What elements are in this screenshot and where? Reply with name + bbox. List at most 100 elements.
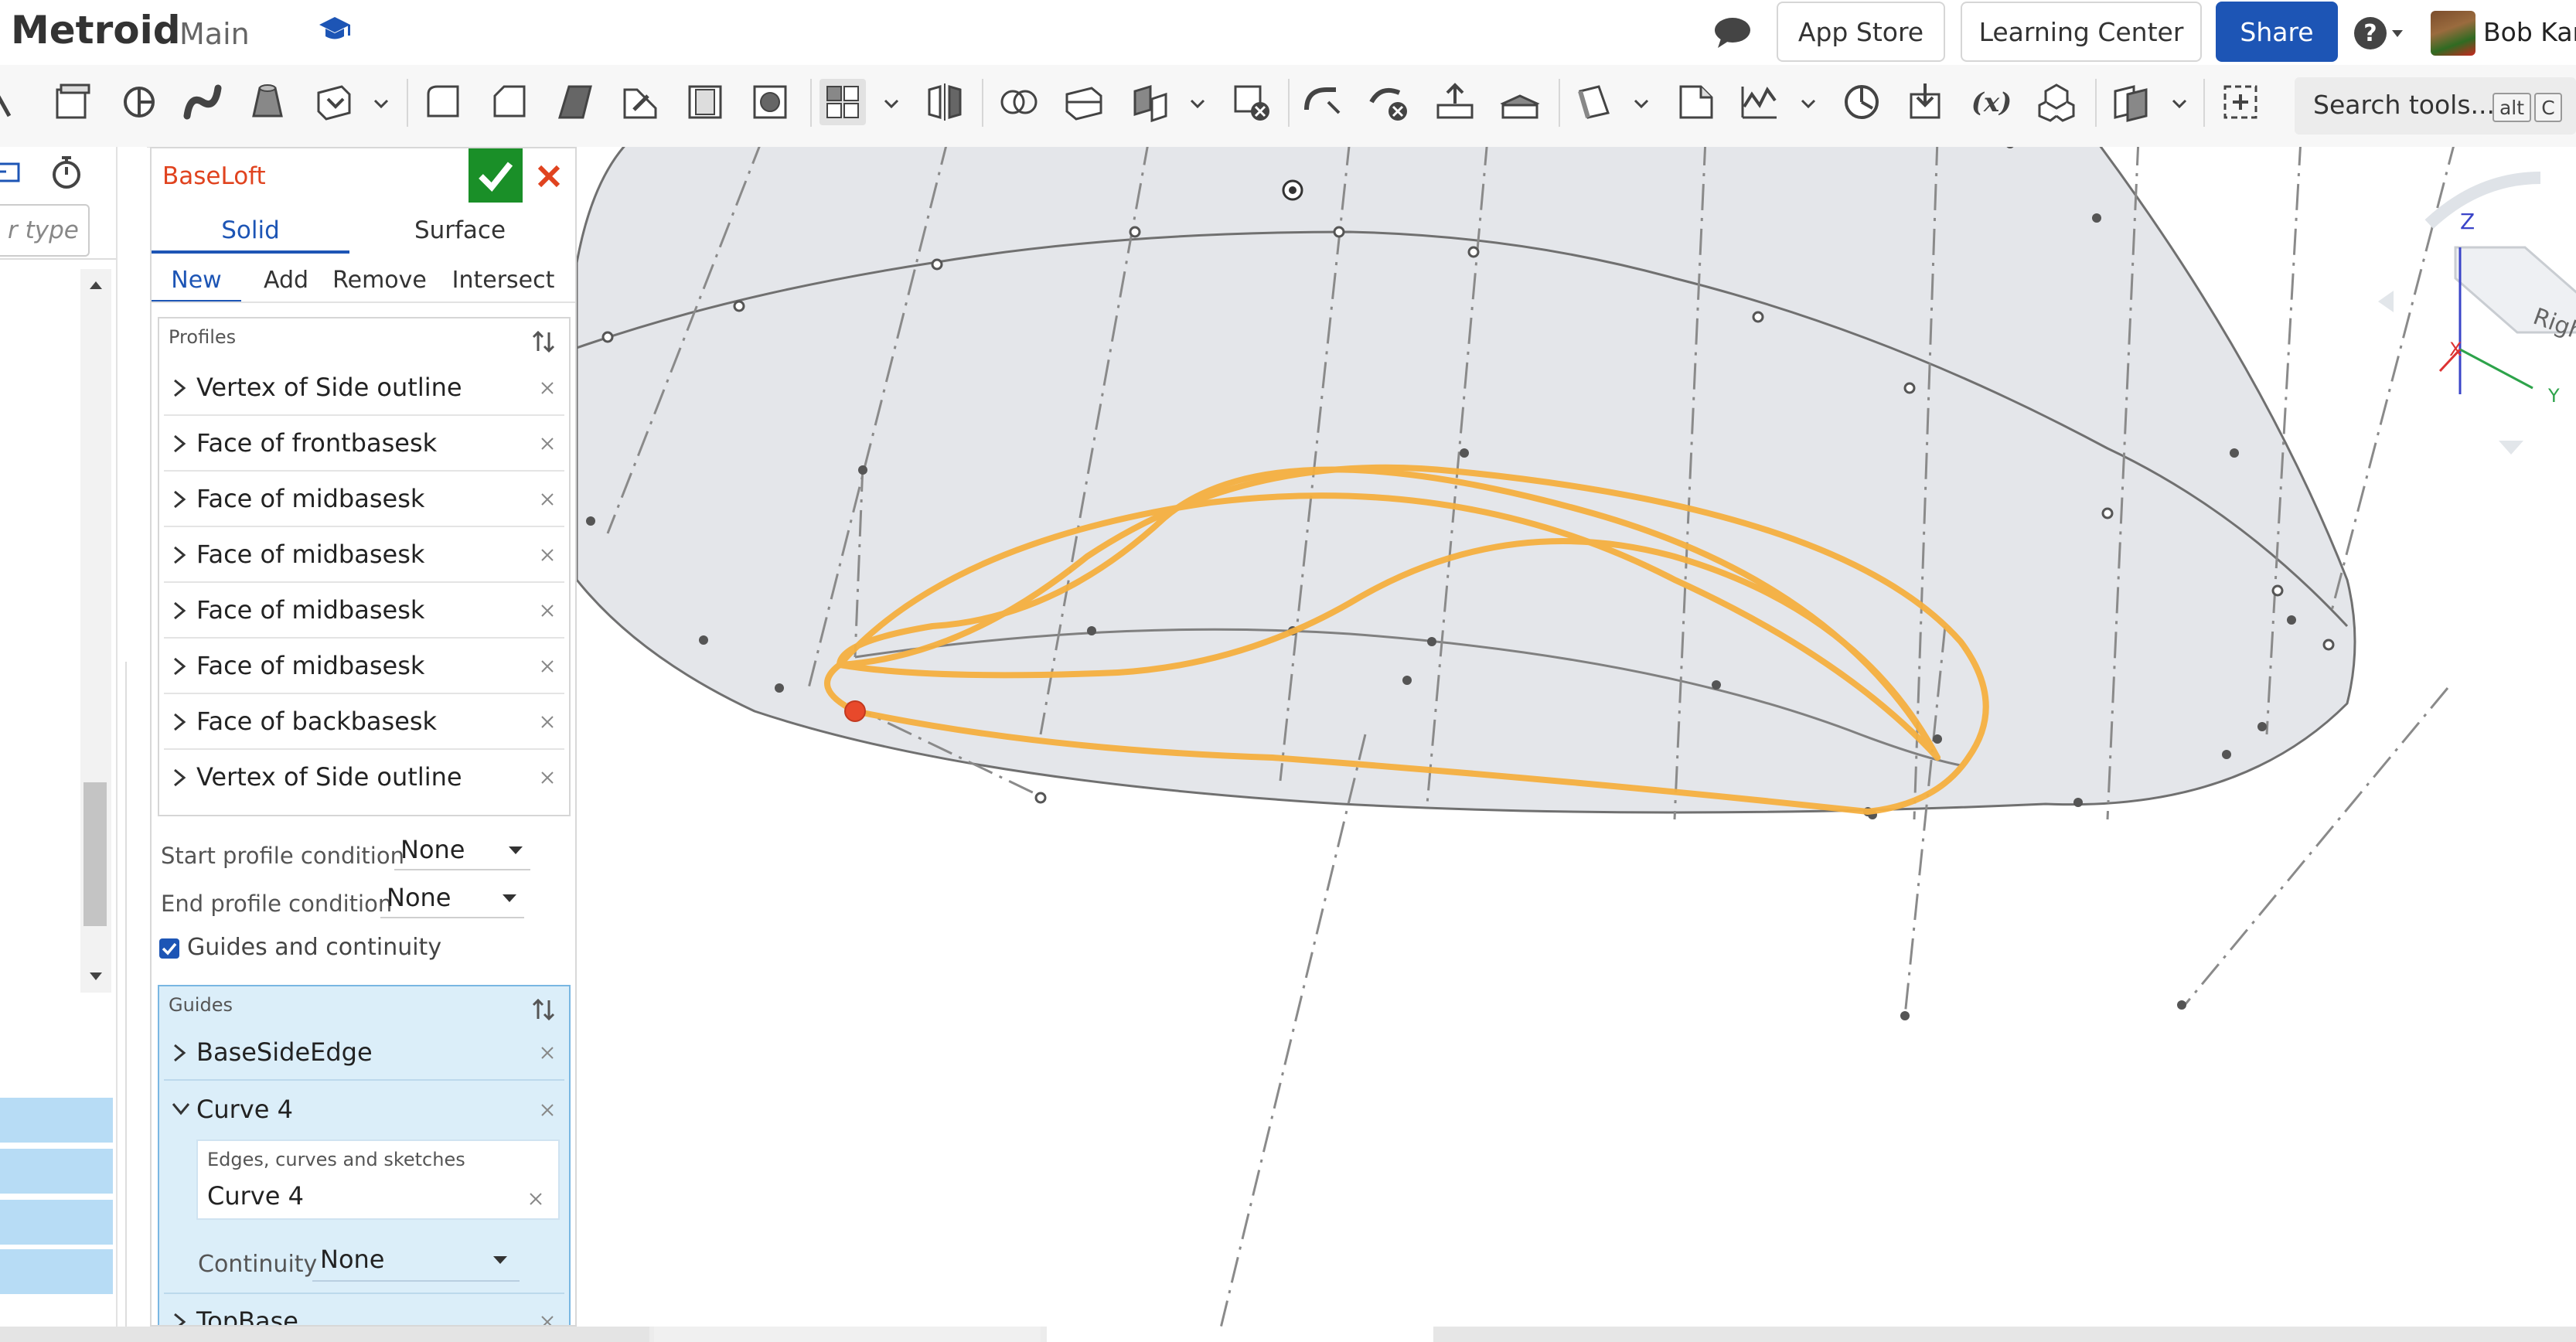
- chevron-down-icon[interactable]: [1187, 96, 1208, 111]
- profiles-list[interactable]: Profiles Vertex of Side outline Face of …: [158, 317, 571, 816]
- guide-row[interactable]: BaseSideEdge: [164, 1025, 564, 1081]
- guides-checkbox-label[interactable]: Guides and continuity: [187, 934, 441, 961]
- guides-list[interactable]: Guides BaseSideEdge Curve 4 Edges, curve…: [158, 985, 571, 1327]
- tree-filter-icon[interactable]: [0, 158, 23, 186]
- chevron-right-icon[interactable]: [170, 1042, 189, 1064]
- remove-icon[interactable]: [538, 1101, 557, 1119]
- graphics-viewport[interactable]: Right Z X Y: [577, 147, 2576, 1327]
- profile-row[interactable]: Face of midbasesk: [164, 639, 564, 694]
- help-icon[interactable]: ?: [2353, 15, 2407, 51]
- loft-icon[interactable]: [244, 79, 291, 125]
- workspace-name[interactable]: Main: [179, 17, 250, 51]
- extrude-icon[interactable]: [48, 79, 94, 125]
- remove-icon[interactable]: [538, 490, 557, 509]
- plane-icon[interactable]: [1571, 79, 1617, 125]
- profile-row[interactable]: Vertex of Side outline: [164, 360, 564, 416]
- remove-icon[interactable]: [538, 1044, 557, 1062]
- operation-remove[interactable]: Remove: [328, 261, 431, 300]
- mirror-icon[interactable]: [922, 79, 968, 125]
- scroll-down-icon[interactable]: [80, 965, 111, 988]
- chevron-down-icon[interactable]: [881, 96, 901, 111]
- tab-strip-segment[interactable]: [1433, 1327, 2576, 1342]
- part-studio-features-icon[interactable]: [2033, 79, 2080, 125]
- chevron-right-icon[interactable]: [170, 711, 189, 733]
- rib-icon[interactable]: [617, 79, 663, 125]
- search-tools-input[interactable]: Search tools... alt C: [2295, 77, 2576, 135]
- profile-row[interactable]: Face of midbasesk: [164, 472, 564, 527]
- end-condition-select[interactable]: None: [380, 880, 524, 918]
- measure-icon[interactable]: [1838, 79, 1885, 125]
- custom-feature-icon[interactable]: [2107, 79, 2154, 125]
- operation-new[interactable]: New: [152, 261, 241, 303]
- feature-title[interactable]: BaseLoft: [162, 162, 266, 190]
- revolve-icon[interactable]: [116, 79, 162, 125]
- graduation-cap-icon[interactable]: [317, 14, 353, 45]
- chevron-down-icon[interactable]: [170, 1099, 192, 1118]
- sweep-icon[interactable]: [179, 79, 226, 125]
- operation-intersect[interactable]: Intersect: [438, 261, 569, 300]
- tree-row-selected[interactable]: [0, 1200, 113, 1245]
- feature-search-input[interactable]: r type: [0, 204, 90, 257]
- cancel-button[interactable]: [527, 155, 571, 198]
- pattern-icon[interactable]: [819, 79, 866, 125]
- delete-face-icon[interactable]: [1365, 79, 1412, 125]
- remove-icon[interactable]: [527, 1190, 544, 1207]
- tab-solid[interactable]: Solid: [152, 210, 349, 254]
- chamfer-icon[interactable]: [487, 79, 533, 125]
- remove-icon[interactable]: [538, 546, 557, 564]
- sort-order-icon[interactable]: [530, 328, 558, 356]
- add-custom-tool-icon[interactable]: [2217, 79, 2264, 125]
- remove-icon[interactable]: [538, 713, 557, 731]
- thicken-icon[interactable]: [311, 79, 357, 125]
- fillet-icon[interactable]: [421, 79, 467, 125]
- split-icon[interactable]: [1061, 79, 1107, 125]
- tree-row-selected[interactable]: [0, 1149, 113, 1194]
- tab-strip-segment[interactable]: [1047, 1327, 1433, 1342]
- accept-button[interactable]: [469, 148, 523, 203]
- operation-add[interactable]: Add: [247, 261, 325, 300]
- remove-icon[interactable]: [538, 1313, 557, 1327]
- variable-icon[interactable]: (x): [1968, 79, 2015, 125]
- learning-center-button[interactable]: Learning Center: [1961, 2, 2202, 62]
- sketch-tool-icon[interactable]: [0, 79, 17, 125]
- profile-row[interactable]: Vertex of Side outline: [164, 750, 564, 806]
- chevron-right-icon[interactable]: [170, 656, 189, 677]
- scrollbar-thumb[interactable]: [83, 782, 107, 926]
- chevron-right-icon[interactable]: [170, 489, 189, 510]
- user-avatar[interactable]: [2431, 11, 2475, 56]
- remove-icon[interactable]: [538, 379, 557, 397]
- sort-order-icon[interactable]: [530, 996, 558, 1024]
- modify-fillet-icon[interactable]: [1299, 79, 1345, 125]
- guides-checkbox[interactable]: [159, 938, 179, 959]
- comments-icon[interactable]: [1712, 14, 1753, 51]
- tab-strip-segment[interactable]: [654, 1327, 1041, 1342]
- start-condition-select[interactable]: None: [394, 832, 530, 870]
- guide-edges-selection[interactable]: Edges, curves and sketches Curve 4: [196, 1139, 560, 1220]
- tab-surface[interactable]: Surface: [356, 210, 564, 250]
- chevron-down-icon[interactable]: [1631, 96, 1651, 111]
- profile-row[interactable]: Face of midbasesk: [164, 583, 564, 639]
- mate-connector-icon[interactable]: [1673, 79, 1719, 125]
- hole-icon[interactable]: [747, 79, 793, 125]
- profile-row[interactable]: Face of frontbasesk: [164, 416, 564, 472]
- remove-icon[interactable]: [538, 657, 557, 676]
- replace-face-icon[interactable]: [1497, 79, 1543, 125]
- chevron-right-icon[interactable]: [170, 767, 189, 789]
- chevron-right-icon[interactable]: [170, 600, 189, 622]
- tree-resize-handle[interactable]: [125, 662, 150, 1327]
- profile-row[interactable]: Face of backbasesk: [164, 694, 564, 750]
- profile-row[interactable]: Face of midbasesk: [164, 527, 564, 583]
- remove-icon[interactable]: [538, 434, 557, 453]
- tree-row-selected[interactable]: [0, 1098, 113, 1143]
- tree-row-selected[interactable]: [0, 1249, 113, 1294]
- import-icon[interactable]: [1902, 79, 1948, 125]
- move-face-icon[interactable]: [1432, 79, 1478, 125]
- guide-row-expanded[interactable]: Curve 4: [164, 1082, 564, 1138]
- history-timer-icon[interactable]: [49, 153, 83, 190]
- shell-icon[interactable]: [682, 79, 728, 125]
- draft-icon[interactable]: [552, 79, 598, 125]
- guide-row[interactable]: TopBase: [164, 1293, 564, 1327]
- continuity-select[interactable]: None: [312, 1240, 520, 1282]
- chevron-right-icon[interactable]: [170, 377, 189, 399]
- user-name[interactable]: Bob Kar: [2483, 17, 2576, 47]
